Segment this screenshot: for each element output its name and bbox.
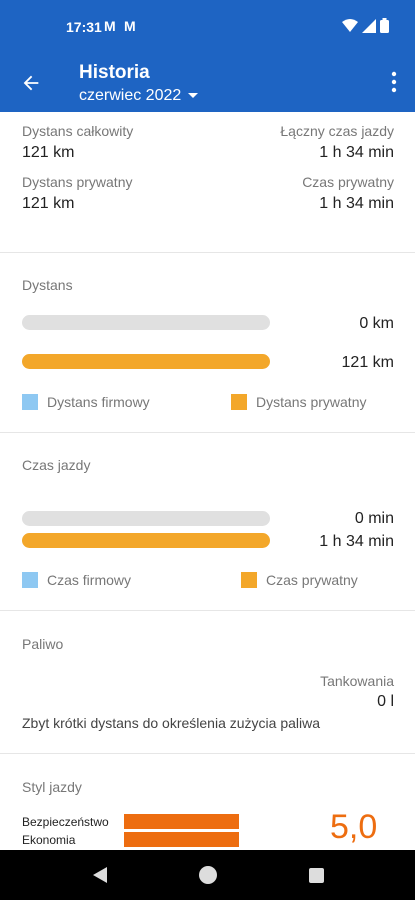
period-selector[interactable]: czerwiec 2022 [79, 87, 199, 105]
legend-private-distance: Dystans prywatny [256, 394, 367, 410]
private-time-value-bar: 1 h 34 min [319, 533, 394, 550]
private-time-label: Czas prywatny [302, 174, 394, 190]
battery-icon [380, 18, 389, 33]
legend-business-swatch [22, 394, 38, 410]
divider [0, 610, 415, 611]
total-time-value: 1 h 34 min [319, 144, 394, 161]
private-distance-label: Dystans prywatny [22, 174, 133, 190]
system-nav-bar [0, 850, 415, 900]
safety-label: Bezpieczeństwo [22, 815, 109, 829]
nav-recents-icon[interactable] [309, 868, 324, 883]
app-bar: Historia czerwiec 2022 [0, 56, 415, 112]
economy-bar [124, 832, 239, 847]
divider [0, 432, 415, 433]
gmail-notification-icon-2: M [124, 18, 136, 34]
status-bar: 17:31 M M [0, 0, 415, 56]
status-time: 17:31 [66, 19, 102, 35]
divider [0, 753, 415, 754]
page-title: Historia [79, 62, 150, 83]
total-distance-label: Dystans całkowity [22, 123, 134, 139]
private-time-bar [22, 533, 270, 548]
gmail-notification-icon: M [104, 18, 116, 34]
private-distance-value: 121 km [22, 195, 75, 212]
history-content[interactable]: Dystans całkowity 121 km Łączny czas jaz… [0, 112, 415, 850]
safety-bar [124, 814, 239, 829]
total-time-label: Łączny czas jazdy [280, 123, 394, 139]
private-distance-bar-value: 121 km [341, 354, 394, 371]
total-distance-value: 121 km [22, 144, 75, 161]
business-distance-value: 0 km [359, 315, 394, 332]
overflow-menu-icon[interactable] [389, 70, 399, 94]
period-label: czerwiec 2022 [79, 87, 182, 104]
legend-business-time-swatch [22, 572, 38, 588]
driving-style-score: 5,0 [330, 808, 378, 846]
dropdown-arrow-icon [188, 93, 199, 98]
refuels-value: 0 l [377, 693, 394, 710]
refuels-label: Tankowania [320, 673, 394, 689]
economy-label: Ekonomia [22, 833, 76, 847]
signal-icon [362, 18, 376, 33]
business-time-value: 0 min [354, 510, 394, 527]
business-distance-bar [22, 315, 270, 330]
private-time-value: 1 h 34 min [319, 195, 394, 212]
business-time-bar [22, 511, 270, 526]
distance-section-title: Dystans [22, 277, 73, 293]
nav-home-icon[interactable] [199, 866, 217, 884]
legend-business-time: Czas firmowy [47, 572, 132, 588]
drive-time-section-title: Czas jazdy [22, 457, 91, 473]
divider [0, 252, 415, 253]
nav-back-icon[interactable] [92, 866, 108, 884]
legend-private-time-swatch [241, 572, 257, 588]
driving-style-section-title: Styl jazdy [22, 779, 82, 795]
legend-business-distance: Dystans firmowy [47, 394, 150, 410]
legend-private-swatch [231, 394, 247, 410]
legend-private-time: Czas prywatny [266, 572, 358, 588]
back-arrow-icon[interactable] [20, 72, 42, 94]
status-icons [342, 18, 389, 33]
private-distance-bar [22, 354, 270, 369]
fuel-section-title: Paliwo [22, 636, 64, 652]
wifi-icon [342, 18, 358, 32]
fuel-consumption-note: Zbyt krótki dystans do określenia zużyci… [22, 715, 321, 731]
